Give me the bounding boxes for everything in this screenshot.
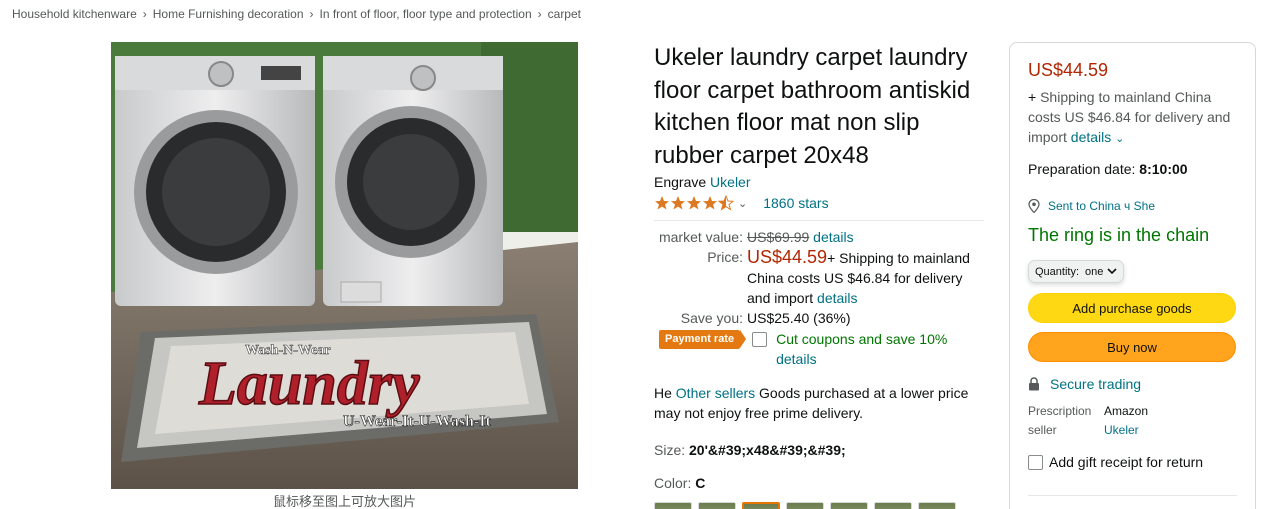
gift-receipt-option[interactable]: Add gift receipt for return — [1028, 454, 1237, 470]
chevron-down-icon — [1107, 268, 1117, 275]
quantity-label: Quantity: — [1035, 265, 1080, 278]
price-table: market value: US$69.99 details Price: US… — [654, 227, 994, 328]
divider — [1028, 495, 1237, 496]
product-details: Ukeler laundry carpet laundry floor carp… — [654, 42, 994, 509]
coupon-text[interactable]: Cut coupons and save 10% — [776, 331, 947, 347]
color-swatch[interactable] — [654, 502, 692, 509]
chevron-down-icon[interactable]: ⌄ — [1115, 133, 1124, 145]
breadcrumb-item-home-furnishing[interactable]: Home Furnishing decoration — [153, 7, 304, 21]
buybox-shipping: + Shipping to mainland China costs US $4… — [1028, 87, 1237, 149]
brand-line: Engrave Ukeler — [654, 173, 994, 191]
color-swatch[interactable] — [698, 502, 736, 509]
sold-by-link[interactable]: Ukeler — [1104, 421, 1237, 440]
coupon-details-link[interactable]: details — [776, 351, 816, 367]
product-main-image[interactable]: Wash-N-Wear Laundry U-Wear-It-U-Wash-It — [111, 42, 578, 489]
savings-value: US$25.40 (36%) — [747, 310, 851, 326]
market-value-label: market value: — [658, 229, 743, 245]
color-swatch[interactable] — [786, 502, 824, 509]
size-label: Size: — [654, 442, 686, 458]
color-swatch[interactable] — [874, 502, 912, 509]
mat-text-main: Laundry — [198, 350, 420, 418]
breadcrumb-item-carpet[interactable]: carpet — [548, 7, 581, 21]
add-to-cart-button[interactable]: Add purchase goods — [1028, 293, 1236, 323]
market-value: US$69.99 — [747, 229, 810, 245]
chevron-down-icon[interactable]: ⌄ — [738, 197, 747, 210]
lock-icon — [1029, 377, 1039, 391]
coupon-badge: Payment rate — [659, 330, 747, 349]
delivery-location-text: Sent to China ч She — [1048, 199, 1155, 213]
divider — [654, 220, 984, 221]
buybox-shipping-details-link[interactable]: details — [1071, 129, 1111, 145]
quantity-dropdown[interactable]: Quantity: one — [1028, 260, 1125, 283]
coupon-row: Payment rate Cut coupons and save 10% de… — [654, 329, 994, 369]
ships-from-value: Amazon — [1104, 404, 1149, 418]
color-selector: Color: C — [654, 475, 994, 491]
color-swatches — [654, 502, 994, 509]
buybox-shipping-plus: + — [1028, 89, 1037, 105]
rating-count[interactable]: 1860 stars — [763, 195, 828, 211]
product-title: Ukeler laundry carpet laundry floor carp… — [654, 44, 971, 169]
preparation-label: Preparation date: — [1028, 161, 1136, 177]
gift-receipt-label: Add gift receipt for return — [1049, 454, 1204, 470]
mat-text-bottom: U-Wear-It-U-Wash-It — [343, 413, 492, 430]
buybox-price: US$44.59 — [1028, 60, 1109, 80]
delivery-location[interactable]: Sent to China ч She — [1028, 199, 1237, 213]
image-zoom-hint: 鼠标移至图上可放大图片 — [272, 494, 416, 509]
brand-link[interactable]: Ukeler — [710, 174, 750, 190]
color-value: C — [695, 475, 706, 491]
ships-from-label: Prescription — [1028, 404, 1092, 418]
price-value: US$44.59 — [747, 247, 828, 267]
gift-receipt-checkbox[interactable] — [1028, 454, 1043, 470]
breadcrumb-separator: › — [309, 7, 314, 21]
location-pin-icon — [1028, 199, 1040, 213]
preparation-value: 8:10:00 — [1139, 161, 1188, 177]
preparation-date: Preparation date: 8:10:00 — [1028, 161, 1237, 177]
market-value-details-link[interactable]: details — [813, 229, 853, 245]
rating-row: ⌄ 1860 stars — [654, 193, 994, 213]
secure-transaction[interactable]: Secure trading — [1028, 376, 1237, 392]
color-swatch[interactable] — [830, 502, 868, 509]
savings-label: Save you: — [680, 310, 743, 326]
product-photo-illustration: Wash-N-Wear Laundry U-Wear-It-U-Wash-It — [111, 42, 578, 489]
color-swatch-selected[interactable] — [742, 502, 780, 509]
size-value: 20'&#39;x48&#39;&#39; — [689, 442, 846, 458]
breadcrumb-separator: › — [142, 7, 147, 21]
size-selector: Size: 20'&#39;x48&#39;&#39; — [654, 442, 994, 458]
price-details-link[interactable]: details — [817, 290, 857, 306]
breadcrumb-item-household[interactable]: Household kitchenware — [12, 7, 137, 21]
quantity-value: one — [1085, 265, 1104, 278]
stock-status: The ring is in the chain — [1028, 225, 1210, 245]
other-sellers-note: He Other sellers Goods purchased at a lo… — [654, 383, 994, 423]
color-swatch[interactable] — [918, 502, 956, 509]
sold-by-label: seller — [1028, 423, 1057, 437]
coupon-checkbox[interactable] — [752, 332, 768, 347]
buy-box: US$44.59 + Shipping to mainland China co… — [1009, 42, 1256, 509]
seller-note-prefix: He — [654, 385, 672, 401]
star-rating[interactable] — [654, 195, 734, 211]
breadcrumb-item-floor-protection[interactable]: In front of floor, floor type and protec… — [320, 7, 532, 21]
buy-now-button[interactable]: Buy now — [1028, 332, 1236, 362]
brand-prefix: Engrave — [654, 174, 707, 190]
buybox-shipping-text: Shipping to mainland China costs US $46.… — [1028, 89, 1231, 145]
breadcrumb-separator: › — [537, 7, 542, 21]
price-label: Price: — [707, 249, 743, 265]
breadcrumb: Household kitchenware › Home Furnishing … — [12, 7, 581, 21]
seller-info: Prescription Amazon seller Ukeler — [1028, 402, 1237, 440]
color-label: Color: — [654, 475, 692, 491]
secure-transaction-label: Secure trading — [1050, 376, 1142, 392]
stars-icon — [655, 195, 734, 211]
other-sellers-link[interactable]: Other sellers — [676, 385, 755, 401]
